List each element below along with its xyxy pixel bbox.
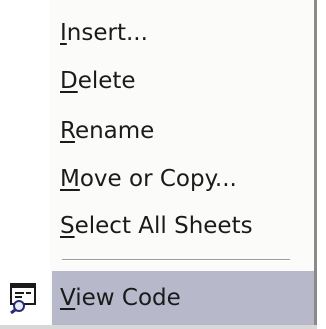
menu-item-move-or-copy[interactable]: Move or Copy... (0, 160, 314, 198)
menu-item-rename[interactable]: Rename (0, 112, 314, 150)
menu-bottom-edge (0, 325, 317, 329)
sheet-tab-context-menu: Insert... Delete Rename Move or Copy... … (0, 0, 317, 329)
menu-item-rename-label: Rename (60, 118, 155, 144)
menu-item-insert-label: Insert... (60, 20, 148, 46)
menu-item-select-all-sheets-label: Select All Sheets (60, 213, 253, 239)
menu-item-move-or-copy-label: Move or Copy... (60, 166, 237, 192)
menu-separator (62, 259, 290, 261)
menu-item-view-code[interactable]: View Code (0, 271, 314, 325)
menu-item-insert[interactable]: Insert... (0, 14, 314, 52)
menu-item-view-code-label: View Code (60, 285, 181, 311)
menu-item-delete[interactable]: Delete (0, 62, 314, 100)
menu-item-delete-label: Delete (60, 68, 136, 94)
view-code-icon (10, 283, 36, 314)
menu-item-select-all-sheets[interactable]: Select All Sheets (0, 207, 314, 245)
